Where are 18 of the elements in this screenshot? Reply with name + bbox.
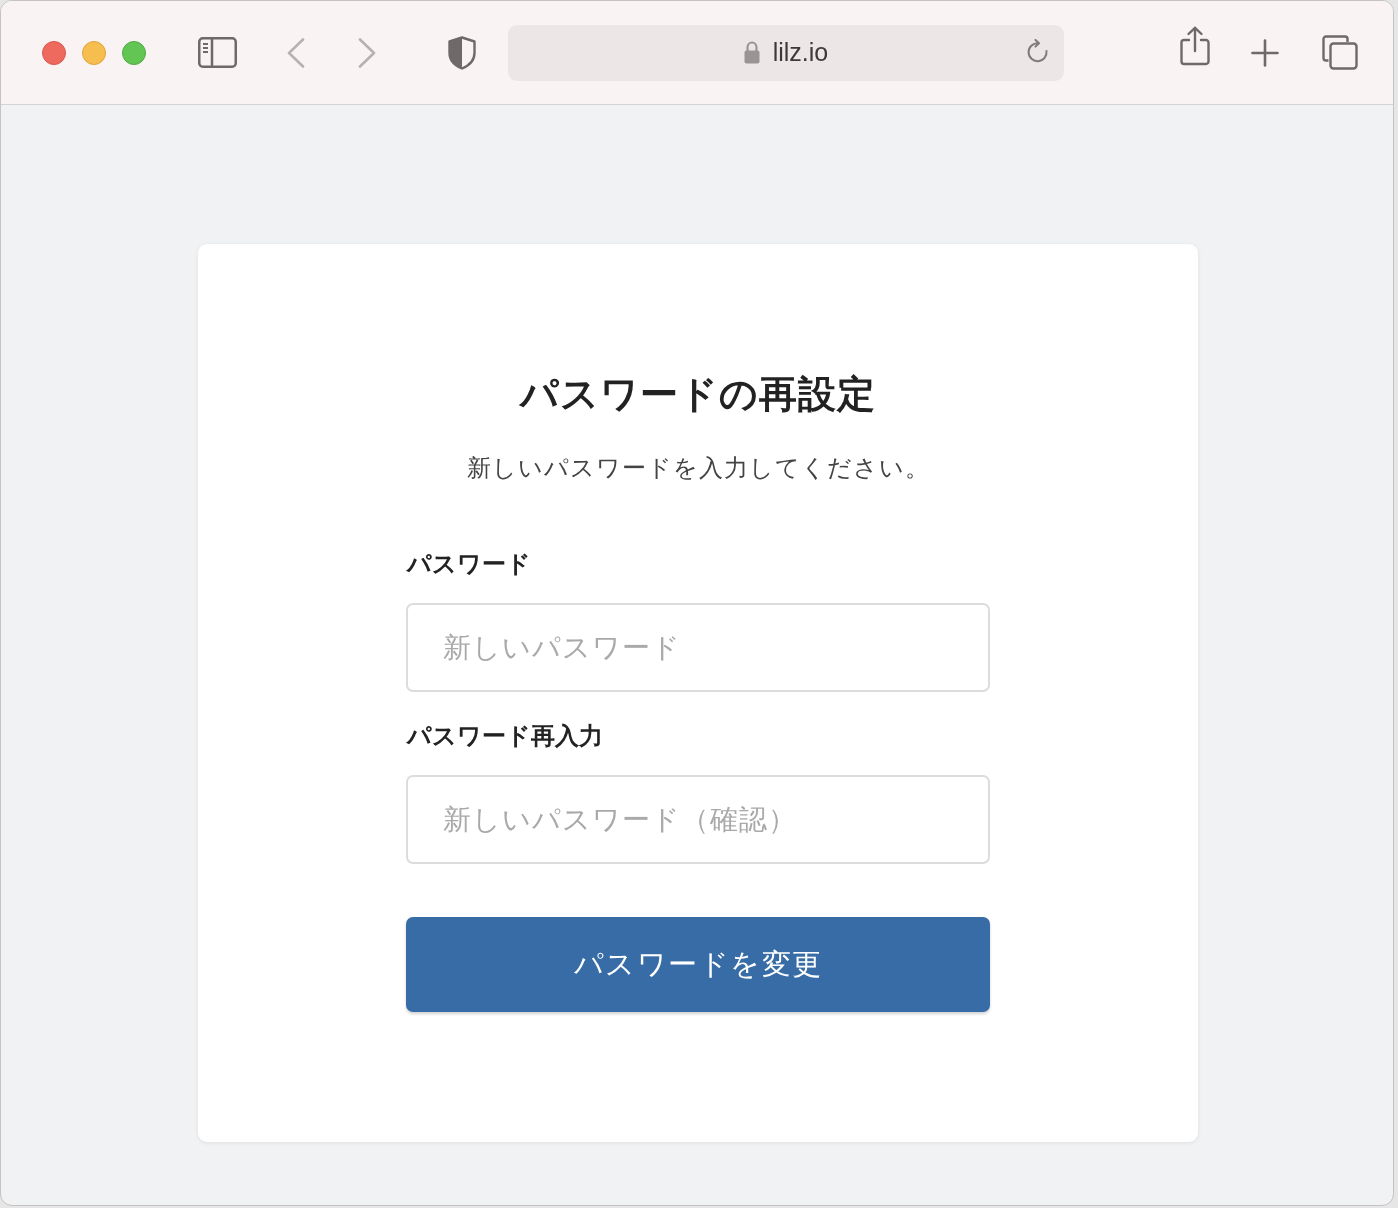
- new-tab-plus-icon[interactable]: [1251, 38, 1279, 67]
- url-text: lilz.io: [772, 40, 829, 65]
- minimize-icon[interactable]: [82, 40, 106, 65]
- tab-overview-icon[interactable]: [1322, 35, 1358, 70]
- close-icon[interactable]: [42, 40, 66, 65]
- change-password-button[interactable]: パスワードを変更: [406, 917, 990, 1012]
- zoom-icon[interactable]: [122, 40, 146, 65]
- password-field[interactable]: 新しいパスワード（確認）: [406, 775, 990, 864]
- shield-icon[interactable]: [448, 35, 476, 70]
- page-title: パスワードの再設定: [520, 371, 876, 418]
- lock-icon: [743, 41, 760, 64]
- share-icon[interactable]: [1180, 25, 1210, 66]
- field-label: パスワード再入力: [407, 721, 603, 752]
- sidebar-icon[interactable]: [198, 36, 237, 68]
- password-field[interactable]: 新しいパスワード: [406, 603, 990, 692]
- instruction-text: 新しいパスワードを入力してください。: [466, 453, 930, 484]
- address-bar[interactable]: lilz.io: [508, 24, 1064, 81]
- field-label: パスワード: [407, 549, 531, 580]
